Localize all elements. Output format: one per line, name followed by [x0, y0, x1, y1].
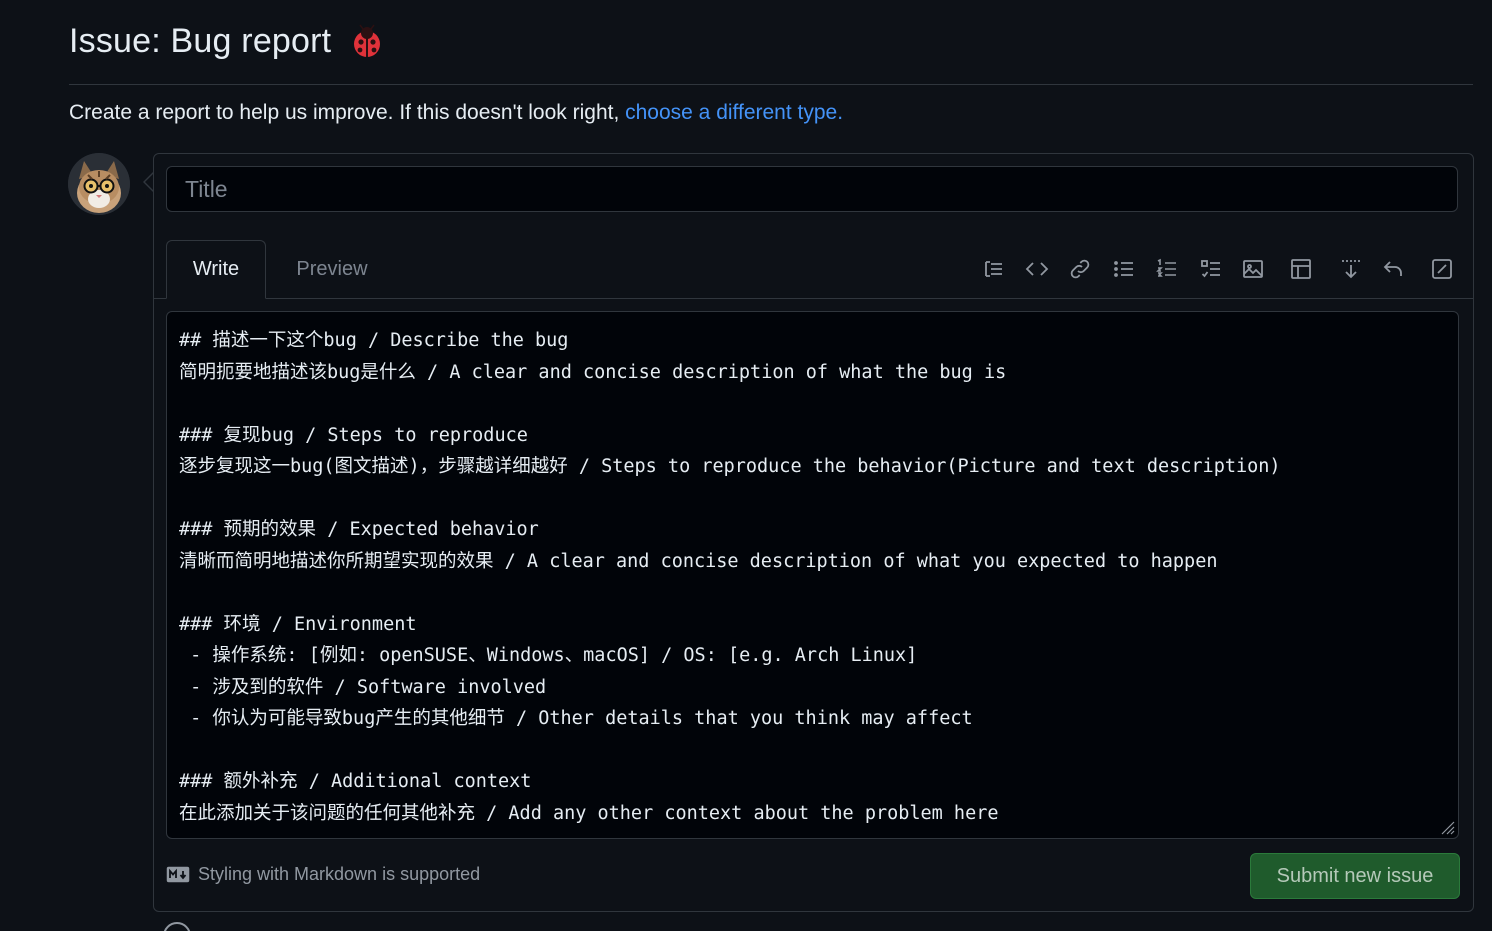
image-button[interactable] — [1238, 254, 1268, 284]
editor-line: ### 预期的效果 / Expected behavior — [179, 519, 539, 540]
editor-line: - 操作系统: [例如: openSUSE、Windows、macOS] / O… — [179, 645, 918, 666]
tab-write-label: Write — [192, 258, 240, 280]
editor-line: 在此添加关于该问题的任何其他补充 / Add any other context… — [179, 802, 999, 824]
task-list-icon — [1201, 260, 1220, 278]
comment-bubble-arrow — [143, 172, 154, 192]
insert-below-button[interactable] — [1336, 254, 1366, 284]
image-icon — [1243, 260, 1263, 278]
edit-mode-icon — [1432, 259, 1452, 279]
tab-preview-label: Preview — [296, 257, 368, 280]
editor-line: - 涉及到的软件 / Software involved — [179, 676, 547, 698]
editor-line: ### 额外补充 / Additional context — [179, 771, 532, 792]
table-icon — [1291, 259, 1311, 279]
title-input[interactable] — [166, 166, 1458, 212]
ladybug-icon — [349, 24, 385, 60]
code-button[interactable] — [1022, 254, 1052, 284]
edit-mode-button[interactable] — [1427, 254, 1457, 284]
heading-icon — [985, 261, 1002, 277]
code-icon — [1025, 262, 1049, 276]
title-row: Issue: Bug report — [69, 22, 385, 61]
page-title: Issue: Bug report — [69, 22, 332, 60]
markdown-hint-label: Styling with Markdown is supported — [198, 864, 481, 884]
task-list-button[interactable] — [1196, 254, 1226, 284]
editor-content: ## 描述一下这个bug / Describe the bug 简明扼要地描述该b… — [179, 325, 1446, 829]
editor-line: ### 环境 / Environment — [179, 613, 417, 635]
ordered-list-icon — [1156, 258, 1176, 277]
header-divider — [69, 84, 1473, 85]
editor-line: ### 复现bug / Steps to reproduce — [179, 424, 528, 446]
issue-form: Write Preview — [153, 153, 1474, 912]
subtitle-text: Create a report to help us improve. If t… — [69, 101, 626, 124]
link-button[interactable] — [1065, 254, 1095, 284]
issue-body-textarea[interactable]: ## 描述一下这个bug / Describe the bug 简明扼要地描述该b… — [166, 311, 1459, 839]
unordered-list-icon — [1114, 261, 1133, 277]
tab-preview[interactable]: Preview — [282, 240, 382, 298]
resize-handle-icon[interactable] — [1436, 816, 1456, 836]
insert-below-icon — [1342, 260, 1360, 279]
submit-new-issue-button[interactable]: Submit new issue — [1250, 853, 1460, 899]
editor-line: 清晰而简明地描述你所期望实现的效果 / A clear and concise … — [179, 550, 1218, 572]
link-icon — [1070, 259, 1090, 279]
info-icon — [163, 922, 191, 931]
subtitle: Create a report to help us improve. If t… — [69, 101, 843, 125]
choose-different-type-link[interactable]: choose a different type. — [625, 101, 843, 124]
undo-icon — [1383, 261, 1402, 276]
unordered-list-button[interactable] — [1109, 254, 1139, 284]
ordered-list-button[interactable] — [1152, 254, 1182, 284]
markdown-icon — [166, 866, 190, 883]
editor-line: 逐步复现这一bug(图文描述)，步骤越详细越好 / Steps to repro… — [179, 456, 1281, 477]
tab-write[interactable]: Write — [166, 240, 266, 299]
undo-button[interactable] — [1378, 254, 1408, 284]
table-button[interactable] — [1286, 254, 1316, 284]
markdown-hint[interactable]: Styling with Markdown is supported — [166, 864, 480, 885]
editor-line: - 你认为可能导致bug产生的其他细节 / Other details that… — [179, 708, 973, 729]
page: Issue: Bug report Create a report to hel… — [0, 0, 1492, 931]
heading-button[interactable] — [979, 254, 1009, 284]
editor-line: 简明扼要地描述该bug是什么 / A clear and concise des… — [179, 361, 1007, 383]
editor-line: ## 描述一下这个bug / Describe the bug — [179, 330, 569, 351]
editor-tabs: Write Preview — [154, 240, 1473, 299]
avatar[interactable] — [68, 153, 130, 215]
